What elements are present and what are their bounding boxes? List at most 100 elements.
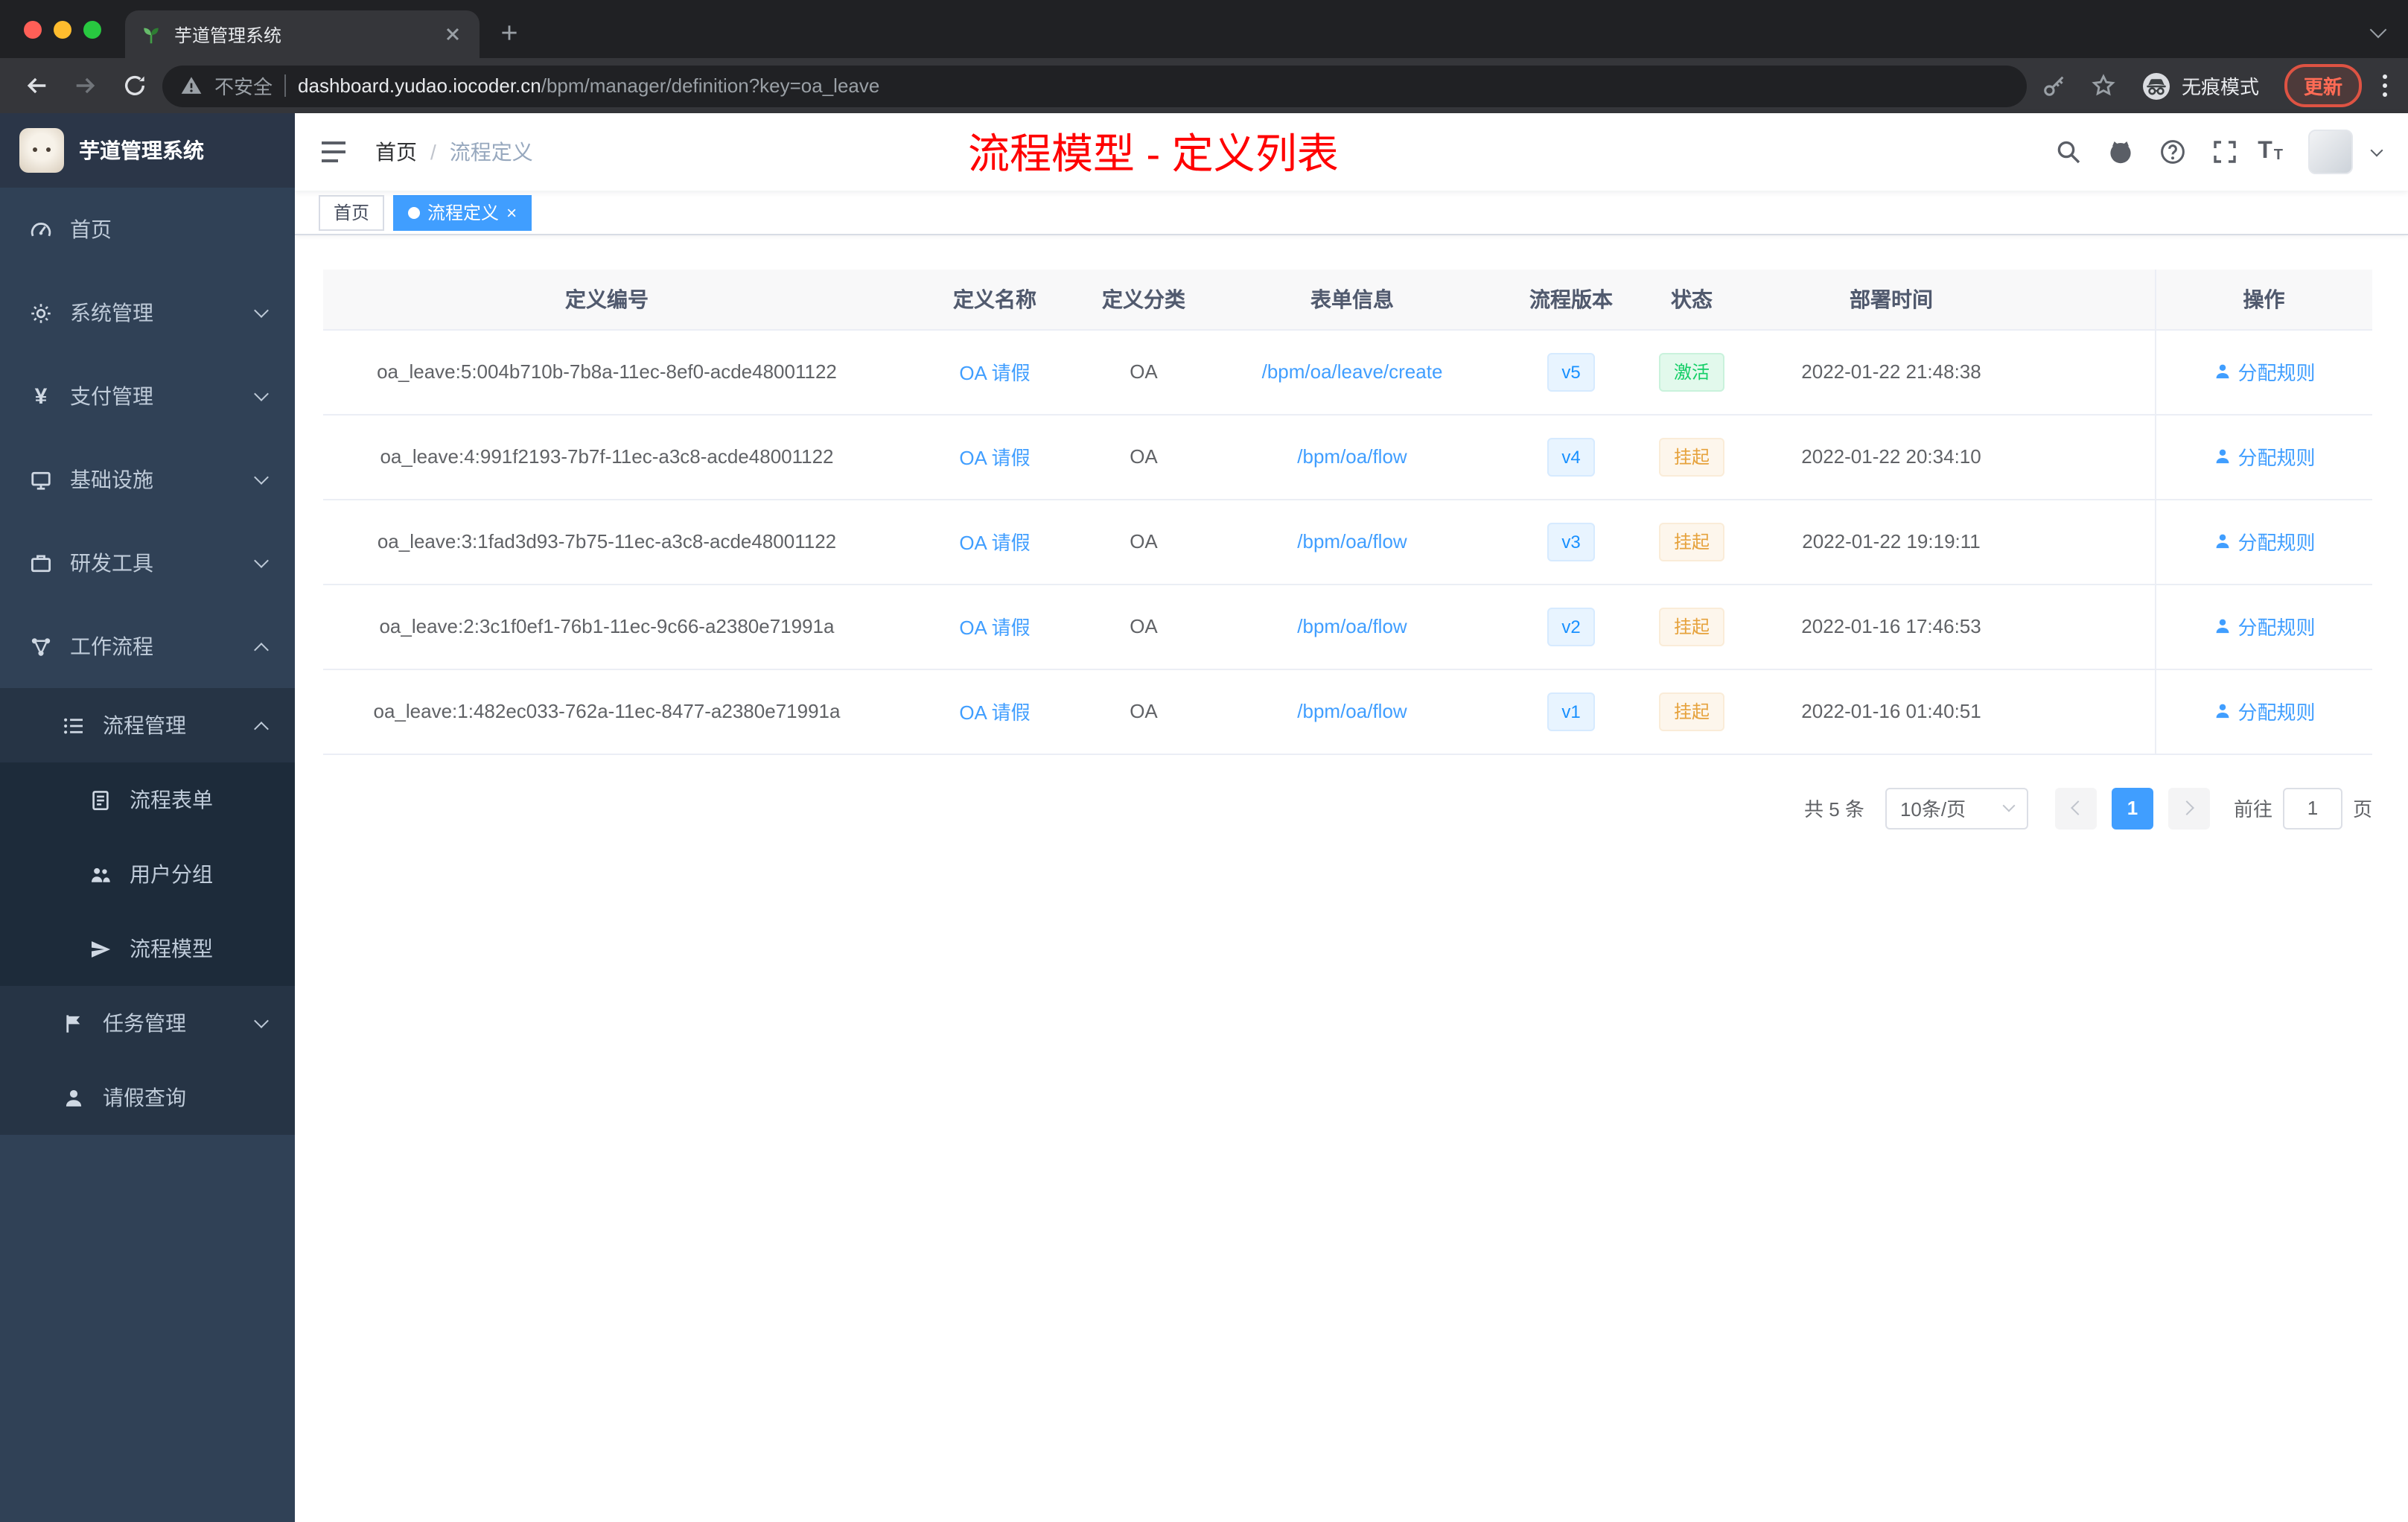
col-deploy-time: 部署时间 [1757, 270, 2025, 330]
deploy-time: 2022-01-16 17:46:53 [1757, 584, 2025, 669]
help-button[interactable] [2153, 133, 2192, 171]
browser-toolbar: 不安全 dashboard.yudao.iocoder.cn/bpm/manag… [0, 58, 2408, 113]
main-area: 首页 / 流程定义 流程模型 - 定义列表 T T 首页 流程定义 × 定义编号… [295, 113, 2408, 1522]
github-button[interactable] [2101, 133, 2140, 171]
sidebar-item-leave-query[interactable]: 请假查询 [0, 1060, 295, 1135]
window-controls [24, 20, 101, 38]
sidebar-item-process-form[interactable]: 流程表单 [0, 762, 295, 837]
definition-name-link[interactable]: OA 请假 [959, 447, 1030, 469]
assign-rule-link[interactable]: 分配规则 [2212, 527, 2316, 555]
sidebar-item-home[interactable]: 首页 [0, 188, 295, 271]
sidebar-item-payment[interactable]: ¥ 支付管理 [0, 354, 295, 438]
status-badge: 挂起 [1658, 692, 1724, 730]
flag-icon [66, 1014, 80, 1032]
form-info-link[interactable]: /bpm/oa/flow [1297, 700, 1407, 722]
search-icon [2057, 141, 2080, 164]
form-info-cell: /bpm/oa/flow [1188, 414, 1516, 500]
breadcrumb: 首页 / 流程定义 [375, 137, 533, 167]
avatar-caret-icon[interactable] [2370, 144, 2383, 157]
definition-name-link[interactable]: OA 请假 [959, 701, 1030, 724]
tag-home[interactable]: 首页 [319, 194, 385, 230]
definition-name-link[interactable]: OA 请假 [959, 532, 1030, 554]
form-info-link[interactable]: /bpm/oa/flow [1297, 445, 1407, 468]
chevron-up-icon [254, 643, 269, 657]
assign-rule-link[interactable]: 分配规则 [2212, 612, 2316, 640]
table-row: oa_leave:3:1fad3d93-7b75-11ec-a3c8-acde4… [323, 499, 2372, 585]
toolbox-icon [31, 554, 51, 572]
definition-name-link[interactable]: OA 请假 [959, 617, 1030, 639]
close-tab-icon[interactable] [441, 22, 465, 46]
status-badge: 挂起 [1658, 607, 1724, 646]
version-cell: v4 [1516, 414, 1626, 500]
sidebar-item-label: 系统管理 [70, 301, 153, 325]
status-badge: 激活 [1658, 352, 1724, 391]
tag-process-definition[interactable]: 流程定义 × [393, 194, 532, 230]
page-number-button[interactable]: 1 [2111, 787, 2153, 829]
forward-button[interactable] [64, 65, 106, 106]
sidebar-item-system[interactable]: 系统管理 [0, 271, 295, 354]
goto-page-input[interactable] [2282, 787, 2342, 829]
back-button[interactable] [15, 65, 57, 106]
sidebar-item-user-group[interactable]: 用户分组 [0, 837, 295, 911]
form-info-link[interactable]: /bpm/oa/flow [1297, 615, 1407, 637]
sidebar-item-label: 用户分组 [130, 862, 213, 886]
definition-name-cell: OA 请假 [891, 414, 1099, 500]
sidebar-item-workflow[interactable]: 工作流程 [0, 605, 295, 688]
assign-rule-link[interactable]: 分配规则 [2212, 357, 2316, 386]
definition-name-link[interactable]: OA 请假 [959, 362, 1030, 384]
prev-page-button[interactable] [2054, 787, 2097, 829]
definition-name-cell: OA 请假 [891, 669, 1099, 754]
person-icon [2216, 704, 2229, 719]
chevron-down-icon [254, 553, 269, 568]
dashboard-icon [31, 222, 51, 236]
font-size-button[interactable]: TT [2258, 139, 2283, 164]
address-bar[interactable]: 不安全 dashboard.yudao.iocoder.cn/bpm/manag… [162, 65, 2027, 106]
browser-menu-button[interactable] [2383, 72, 2387, 99]
tab-search-chevron-icon[interactable] [2369, 21, 2387, 39]
minimize-window-button[interactable] [54, 20, 71, 38]
tab-title: 芋道管理系统 [174, 25, 282, 45]
password-key-button[interactable] [2034, 65, 2076, 106]
hamburger-icon [322, 141, 345, 162]
close-tag-icon[interactable]: × [506, 203, 517, 221]
sidebar-logo[interactable]: 芋道管理系统 [0, 113, 295, 188]
sidebar-item-process-model[interactable]: 流程模型 [0, 911, 295, 986]
assign-rule-link[interactable]: 分配规则 [2212, 697, 2316, 725]
breadcrumb-home[interactable]: 首页 [375, 137, 417, 167]
form-info-link[interactable]: /bpm/oa/leave/create [1262, 360, 1443, 383]
sidebar-item-task-mgmt[interactable]: 任务管理 [0, 986, 295, 1060]
content-area: 定义编号 定义名称 定义分类 表单信息 流程版本 状态 部署时间 操作 oa_l… [295, 235, 2408, 1522]
col-definition-id: 定义编号 [323, 270, 891, 330]
version-cell: v5 [1516, 329, 1626, 415]
browser-tab[interactable]: 芋道管理系统 [125, 10, 480, 58]
new-tab-button[interactable] [488, 12, 530, 54]
pagination-total: 共 5 条 [1804, 798, 1864, 821]
search-button[interactable] [2049, 133, 2088, 171]
fullscreen-icon [2214, 141, 2236, 163]
logo-avatar [19, 128, 64, 173]
form-icon [92, 790, 109, 809]
page-size-select[interactable]: 10条/页 [1885, 787, 2028, 829]
version-badge: v1 [1547, 692, 1596, 730]
next-page-button[interactable] [2167, 787, 2210, 829]
sidebar-item-process-mgmt[interactable]: 流程管理 [0, 688, 295, 762]
reload-button[interactable] [113, 65, 155, 106]
sidebar-item-infra[interactable]: 基础设施 [0, 438, 295, 521]
fullscreen-button[interactable] [2205, 133, 2244, 171]
definition-table: 定义编号 定义名称 定义分类 表单信息 流程版本 状态 部署时间 操作 oa_l… [323, 270, 2372, 754]
definition-table-body: oa_leave:5:004b710b-7b8a-11ec-8ef0-acde4… [323, 329, 2372, 754]
update-browser-button[interactable]: 更新 [2284, 64, 2362, 107]
sidebar-toggle-button[interactable] [319, 136, 351, 168]
user-avatar[interactable] [2308, 130, 2353, 174]
page-size-value: 10条/页 [1899, 798, 1966, 821]
page-title: 流程模型 - 定义列表 [968, 131, 1339, 177]
assign-rule-link[interactable]: 分配规则 [2212, 442, 2316, 471]
maximize-window-button[interactable] [83, 20, 101, 38]
chevron-down-icon [254, 303, 269, 318]
close-window-button[interactable] [24, 20, 42, 38]
form-info-link[interactable]: /bpm/oa/flow [1297, 530, 1407, 553]
col-definition-name: 定义名称 [891, 270, 1099, 330]
chevron-up-icon [254, 722, 269, 736]
bookmark-button[interactable] [2083, 65, 2125, 106]
sidebar-item-devtools[interactable]: 研发工具 [0, 521, 295, 605]
